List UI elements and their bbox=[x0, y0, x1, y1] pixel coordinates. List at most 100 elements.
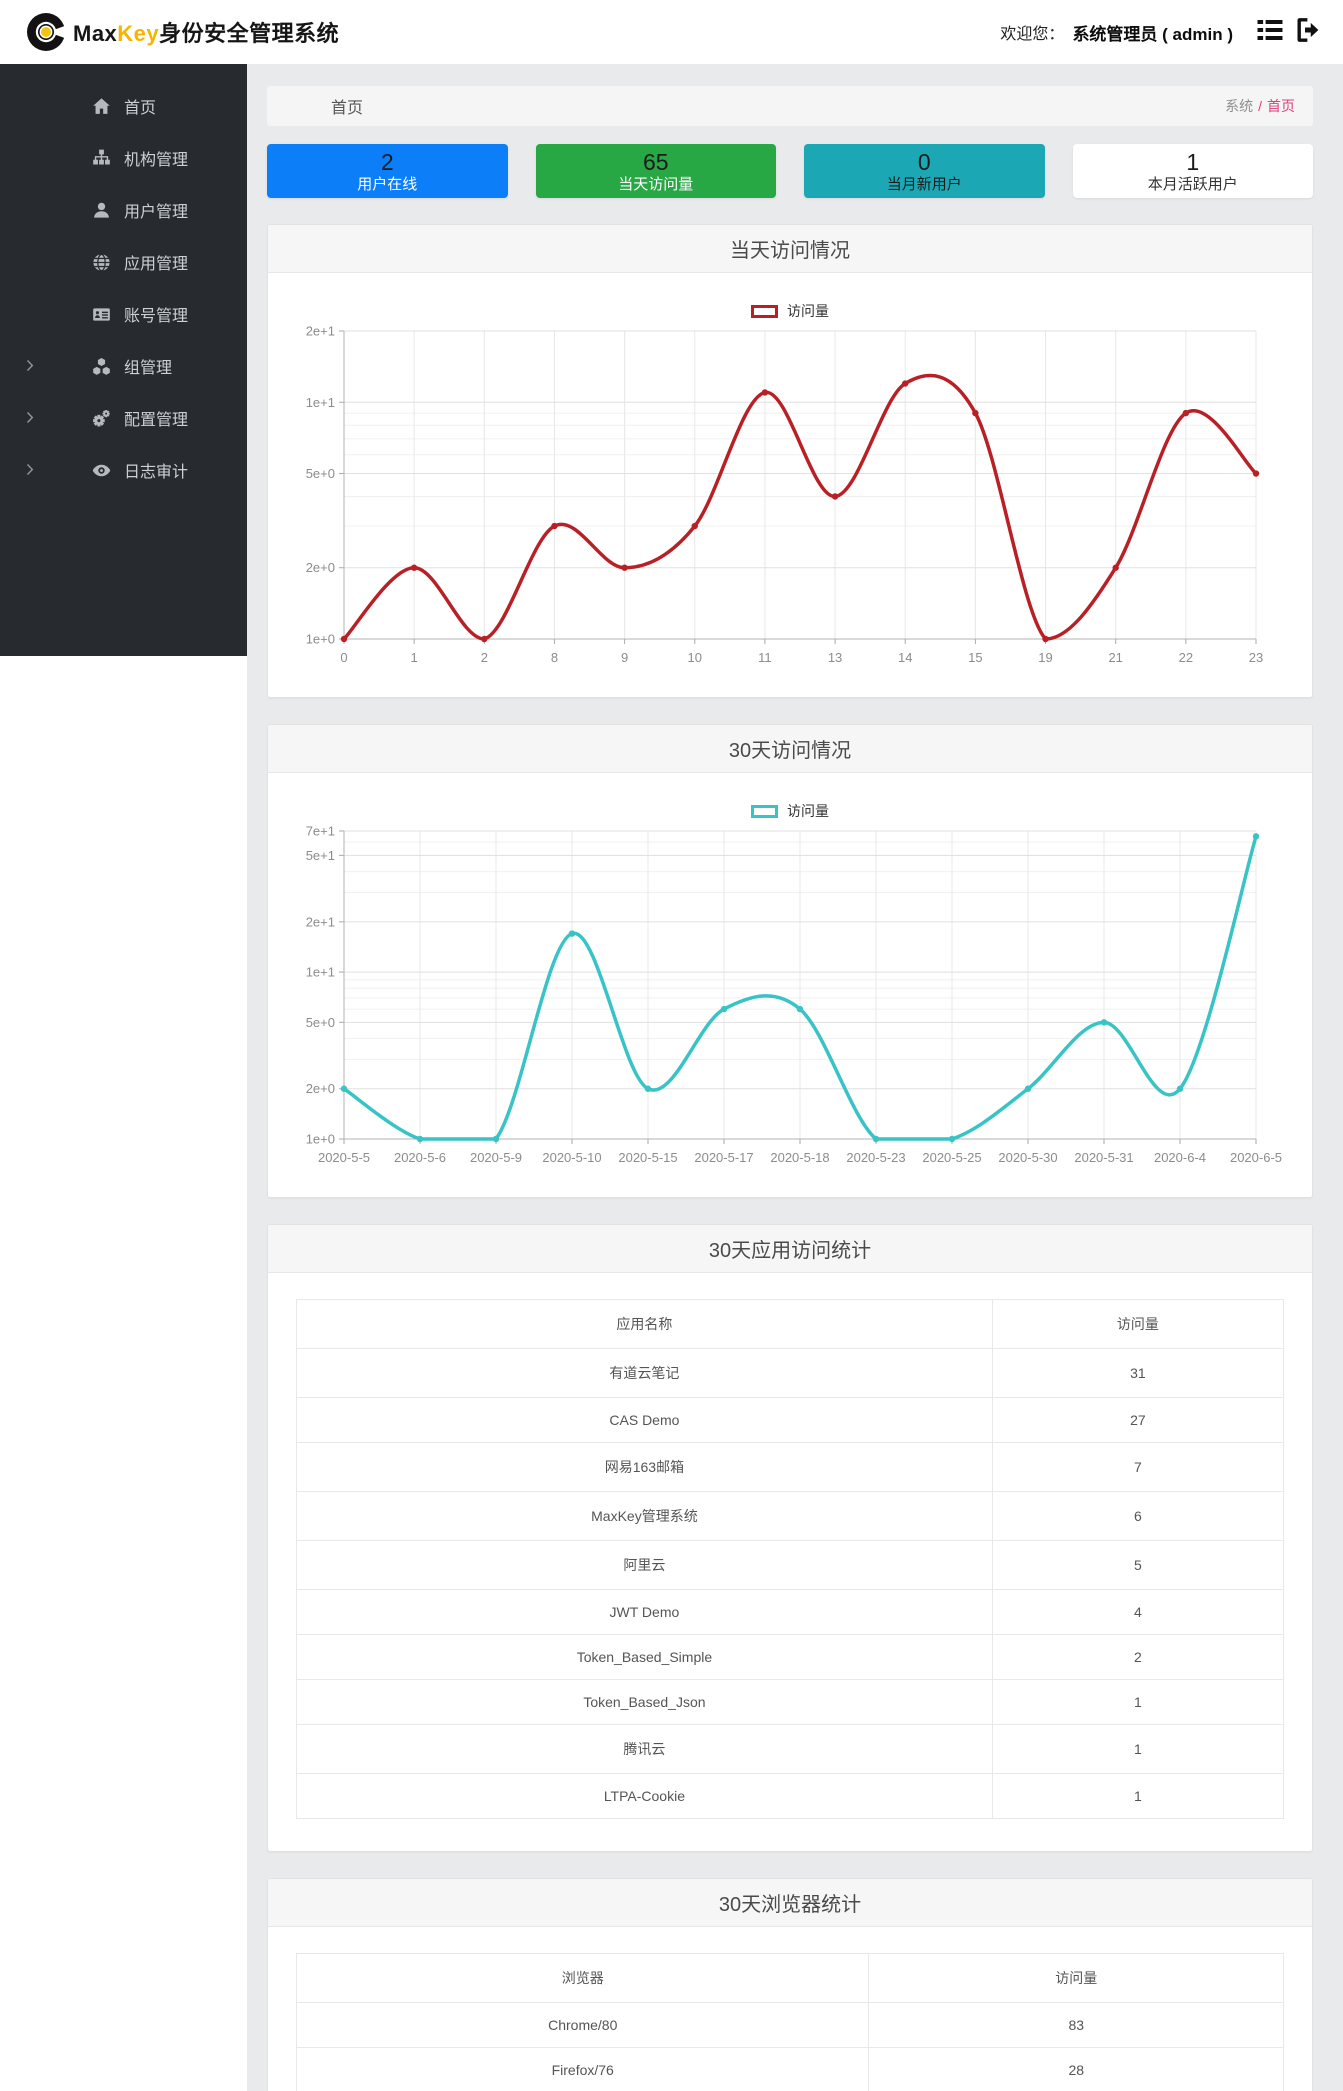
welcome-label: 欢迎您： bbox=[1000, 26, 1065, 43]
chevron-right-icon bbox=[26, 411, 34, 424]
legend-label: 访问量 bbox=[787, 803, 829, 819]
app-header: MaxKey身份安全管理系统 欢迎您： 系统管理员 ( admin ) bbox=[0, 0, 1343, 64]
svg-text:2e+1: 2e+1 bbox=[306, 914, 335, 929]
svg-text:2020-5-25: 2020-5-25 bbox=[922, 1150, 981, 1165]
stat-value: 1 bbox=[1186, 148, 1200, 175]
table-row: 腾讯云 1 bbox=[296, 1724, 1285, 1774]
brand-logo[interactable]: MaxKey身份安全管理系统 bbox=[26, 12, 339, 52]
svg-text:22: 22 bbox=[1179, 650, 1193, 665]
svg-text:2: 2 bbox=[481, 650, 488, 665]
breadcrumb-section-link[interactable]: 系统 bbox=[1225, 98, 1253, 114]
table-cell: 1 bbox=[991, 1724, 1285, 1774]
browser-visits-table: 浏览器 访问量 Chrome/80 83 Firefox/76 28 bbox=[295, 1953, 1284, 2091]
sidebar-item-config-mgmt[interactable]: 配置管理 bbox=[0, 392, 247, 444]
table-cell: 2 bbox=[991, 1634, 1285, 1680]
sidebar-item-user-mgmt[interactable]: 用户管理 bbox=[0, 184, 247, 236]
home-icon bbox=[92, 97, 111, 116]
stat-label: 用户在线 bbox=[357, 175, 418, 193]
daily-visits-chart: 2e+1 1e+1 5e+0 2e+0 1e+0 0 1 2 8 9 10 11 13 14 15 19 21 2… bbox=[306, 324, 1264, 666]
svg-text:19: 19 bbox=[1038, 650, 1052, 665]
table-cell: 6 bbox=[991, 1491, 1285, 1541]
menu-list-icon[interactable] bbox=[1255, 15, 1285, 45]
stat-card: 1 本月活跃用户 bbox=[1072, 144, 1313, 198]
chart-legend[interactable]: 访问量 bbox=[282, 301, 1298, 321]
table-cell: Firefox/76 bbox=[295, 2047, 870, 2091]
sidebar-item-audit-log[interactable]: 日志审计 bbox=[0, 444, 247, 496]
svg-text:2020-6-4: 2020-6-4 bbox=[1154, 1150, 1206, 1165]
svg-text:2020-5-17: 2020-5-17 bbox=[694, 1150, 753, 1165]
svg-text:7e+1: 7e+1 bbox=[306, 824, 335, 839]
table-row: 阿里云 5 bbox=[296, 1540, 1285, 1590]
svg-text:5e+1: 5e+1 bbox=[306, 848, 335, 863]
table-row: Token_Based_Simple 2 bbox=[296, 1634, 1285, 1680]
breadcrumb: 首页 系统 / 首页 bbox=[267, 86, 1313, 126]
svg-text:5e+0: 5e+0 bbox=[306, 1015, 335, 1030]
table-cell: 4 bbox=[991, 1589, 1285, 1635]
table-cell: 网易163邮箱 bbox=[296, 1442, 993, 1492]
table-cell: JWT Demo bbox=[296, 1589, 993, 1635]
svg-text:1e+0: 1e+0 bbox=[306, 632, 335, 647]
svg-text:1e+1: 1e+1 bbox=[306, 395, 335, 410]
column-header: 应用名称 bbox=[296, 1299, 993, 1349]
sidebar-item-group-mgmt[interactable]: 组管理 bbox=[0, 340, 247, 392]
svg-text:11: 11 bbox=[758, 650, 772, 665]
svg-text:2020-5-31: 2020-5-31 bbox=[1074, 1150, 1133, 1165]
svg-text:10: 10 bbox=[688, 650, 702, 665]
table-row: Firefox/76 28 bbox=[295, 2047, 1284, 2091]
svg-text:13: 13 bbox=[828, 650, 842, 665]
table-cell: Chrome/80 bbox=[295, 2002, 870, 2048]
table-cell: 1 bbox=[991, 1773, 1285, 1819]
svg-text:8: 8 bbox=[551, 650, 558, 665]
svg-text:2020-6-5: 2020-6-5 bbox=[1230, 1150, 1282, 1165]
id-card-icon bbox=[92, 305, 111, 324]
breadcrumb-separator: / bbox=[1258, 98, 1262, 114]
chart-legend[interactable]: 访问量 bbox=[282, 801, 1298, 821]
sidebar-item-label: 机构管理 bbox=[124, 152, 189, 169]
table-cell: Token_Based_Json bbox=[296, 1679, 993, 1725]
table-row: CAS Demo 27 bbox=[296, 1397, 1285, 1443]
table-cell: Token_Based_Simple bbox=[296, 1634, 993, 1680]
table-cell: 有道云笔记 bbox=[296, 1348, 993, 1398]
panel-30day-browser-stats: 30天浏览器统计 浏览器 访问量 Chrome/80 83 Firefox/76 28 bbox=[267, 1878, 1313, 2091]
sidebar-item-home[interactable]: 首页 bbox=[0, 80, 247, 132]
table-cell: 83 bbox=[868, 2002, 1284, 2048]
svg-text:2e+0: 2e+0 bbox=[306, 560, 335, 575]
table-cell: MaxKey管理系统 bbox=[296, 1491, 993, 1541]
user-icon bbox=[92, 201, 111, 220]
panel-30day-app-stats: 30天应用访问统计 应用名称 访问量 有道云笔记 31 CAS Demo 27 网易163邮… bbox=[267, 1224, 1313, 1852]
svg-text:14: 14 bbox=[898, 650, 912, 665]
table-header-row: 应用名称 访问量 bbox=[296, 1299, 1285, 1349]
sitemap-icon bbox=[92, 149, 111, 168]
sidebar-item-label: 组管理 bbox=[124, 360, 173, 377]
table-cell: 5 bbox=[991, 1540, 1285, 1590]
table-cell: 阿里云 bbox=[296, 1540, 993, 1590]
legend-label: 访问量 bbox=[787, 303, 829, 319]
svg-text:2020-5-23: 2020-5-23 bbox=[846, 1150, 905, 1165]
svg-text:2020-5-15: 2020-5-15 bbox=[618, 1150, 677, 1165]
stat-card: 2 用户在线 bbox=[267, 144, 508, 198]
stat-card: 0 当月新用户 bbox=[804, 144, 1045, 198]
column-header: 访问量 bbox=[868, 1953, 1284, 2003]
table-row: 有道云笔记 31 bbox=[296, 1348, 1285, 1398]
sidebar-item-org-mgmt[interactable]: 机构管理 bbox=[0, 132, 247, 184]
svg-text:2e+0: 2e+0 bbox=[306, 1081, 335, 1096]
stat-label: 本月活跃用户 bbox=[1147, 175, 1238, 193]
sidebar-item-app-mgmt[interactable]: 应用管理 bbox=[0, 236, 247, 288]
table-cell: 27 bbox=[991, 1397, 1285, 1443]
table-row: JWT Demo 4 bbox=[296, 1589, 1285, 1635]
chevron-right-icon bbox=[26, 463, 34, 476]
table-cell: 7 bbox=[991, 1442, 1285, 1492]
page-title: 首页 bbox=[331, 100, 364, 117]
column-header: 访问量 bbox=[991, 1299, 1285, 1349]
breadcrumb-current-link[interactable]: 首页 bbox=[1267, 98, 1295, 114]
table-header-row: 浏览器 访问量 bbox=[295, 1953, 1284, 2003]
stat-value: 0 bbox=[917, 148, 931, 175]
panel-30day-browser-stats-title: 30天浏览器统计 bbox=[268, 1879, 1312, 1927]
cogs-icon bbox=[92, 409, 111, 428]
svg-text:15: 15 bbox=[968, 650, 982, 665]
sidebar-item-account-mgmt[interactable]: 账号管理 bbox=[0, 288, 247, 340]
logout-icon[interactable] bbox=[1293, 15, 1323, 45]
maxkey-logo-icon bbox=[26, 12, 66, 52]
table-row: 网易163邮箱 7 bbox=[296, 1442, 1285, 1492]
svg-text:5e+0: 5e+0 bbox=[306, 466, 335, 481]
